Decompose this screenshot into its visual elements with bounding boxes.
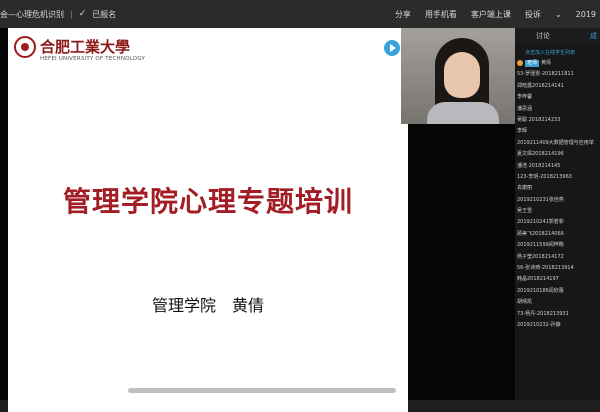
list-item: 2019210241郭若菲 [517,219,564,226]
teacher-webcam [401,28,515,124]
tab-discuss[interactable]: 讨论 [515,31,571,41]
list-item: 韩晶2018214197 [517,276,559,283]
list-item: 胡晴凯 [517,299,533,306]
slide-heading: 管理学院心理专题培训 [62,185,353,218]
list-item: 2019210186闻欣蕾 [517,287,564,294]
report-button[interactable]: 投诉 [525,9,541,20]
list-item: 潘浩 2018214145 [517,162,561,169]
list-item: 顾美飞2018214066 [517,230,564,237]
university-seal-icon [14,36,36,58]
participant-list: 老师 黄倩 53-罗瑾雯-2018211811 郑晗露2018214141 李梓馨潘思… [515,58,600,331]
tab-members[interactable]: 成 [571,31,600,41]
join-list-link[interactable]: 点击加入在线学生列表 [525,49,575,56]
user-icon [517,59,523,66]
open-client-button[interactable]: 客户端上课 [471,9,511,20]
list-item: 2019211409大数据管理与应用单 [517,139,594,146]
top-bar: 会—心理危机识别 | ✓ 已报名 分享 用手机看 客户端上课 投诉 ⌄ 2019 [0,0,600,28]
list-item: 杨子莹2018214172 [517,253,564,260]
topbar-left: 会—心理危机识别 | ✓ 已报名 [0,0,116,28]
slide-subtitle: 管理学院 黄倩 [151,296,264,315]
check-icon: ✓ [78,9,87,19]
logo-cn-text: 合肥工業大學 [40,38,131,56]
list-item: 郑晗露2018214141 [517,82,564,89]
list-item: 123-李玥-2018213963 [517,173,572,180]
list-item: 2019210232-孙静 [517,321,561,328]
share-button[interactable]: 分享 [395,9,411,20]
topbar-actions: 分享 用手机看 客户端上课 投诉 ⌄ 2019 [395,0,600,28]
date-text: 2019 [575,9,596,19]
list-item: 潘思涵 [517,105,533,112]
play-icon[interactable] [384,40,400,56]
list-item: 2019211599闻梓略 [517,242,564,249]
chevron-down-icon[interactable]: ⌄ [555,10,562,19]
enrolled-status: 已报名 [92,9,117,19]
teacher-badge: 老师 [525,60,540,67]
list-item: 吴聪 2018214233 [517,116,561,123]
sidebar-tabs: 讨论 成 [515,28,600,44]
list-item: 2019210231张佳燕 [517,196,564,203]
slide-scrollbar[interactable] [128,388,396,393]
list-item: 53-罗瑾雯-2018211811 [517,71,574,78]
sidebar: 讨论 成 点击加入在线学生列表 老师 黄倩 53-罗瑾雯-2018211811 郑晗… [515,28,600,400]
watch-on-phone-button[interactable]: 用手机看 [425,9,457,20]
university-logo: 合肥工業大學 HEFEI UNIVERSITY OF TECHNOLOGY [14,34,214,74]
list-item: 李辉 [517,128,528,135]
course-title: 会—心理危机识别 [0,9,64,19]
logo-en-text: HEFEI UNIVERSITY OF TECHNOLOGY [40,56,146,62]
teacher-name: 黄倩 [541,60,552,66]
list-item: 73-杨丹-2018213931 [517,310,569,317]
list-item: 李梓馨 [517,94,533,101]
divider: | [70,9,73,19]
list-item: 袁康丽 [517,185,533,192]
list-item-teacher: 老师 黄倩 [515,58,600,69]
list-item: 夏文琛2018214196 [517,151,564,158]
presentation-slide: 合肥工業大學 HEFEI UNIVERSITY OF TECHNOLOGY 管理… [8,28,408,412]
list-item: 吴王雪 [517,208,533,215]
list-item: 56-张诗琦-2018213914 [517,265,574,272]
